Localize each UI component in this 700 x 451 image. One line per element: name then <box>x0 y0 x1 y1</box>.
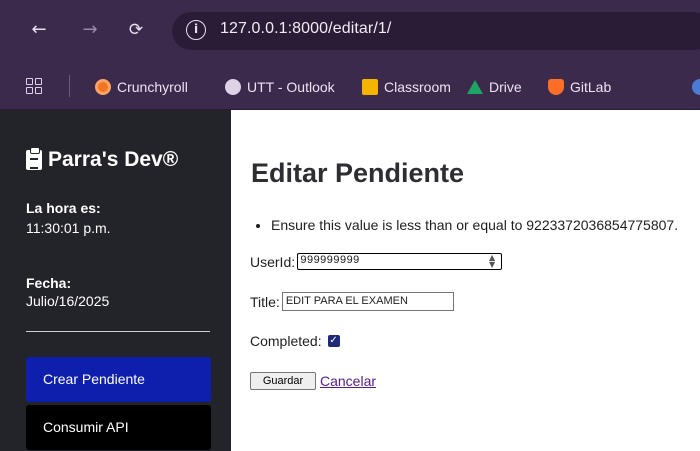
bookmark-outlook[interactable]: UTT - Outlook <box>225 76 335 98</box>
url-text[interactable]: 127.0.0.1:8000/editar/1/ <box>220 20 391 38</box>
drive-icon <box>467 80 483 94</box>
bookmark-label: Classroom <box>384 79 451 95</box>
date-value: Julio/16/2025 <box>26 293 110 309</box>
bookmark-gitlab[interactable]: GitLab <box>548 76 611 98</box>
clipboard-icon <box>26 147 42 170</box>
sidebar: Parra's Dev® La hora es: 11:30:01 p.m. F… <box>0 110 231 451</box>
classroom-icon <box>362 79 378 95</box>
gitlab-icon <box>548 79 564 95</box>
bookmark-classroom[interactable]: Classroom <box>362 76 451 98</box>
date-label: Fecha: <box>26 275 72 291</box>
actions-row: Guardar Cancelar <box>250 372 376 390</box>
userid-input[interactable]: 999999999 ▲ ▼ <box>297 253 503 270</box>
completed-checkbox[interactable]: ✓ <box>327 335 340 347</box>
brand-name: Parra's Dev® <box>48 148 179 171</box>
error-message: Ensure this value is less than or equal … <box>271 217 678 233</box>
page-title: Editar Pendiente <box>251 158 465 188</box>
crear-pendiente-button[interactable]: Crear Pendiente <box>26 357 211 402</box>
userid-row: UserId: 999999999 ▲ ▼ <box>250 253 503 270</box>
bookmark-crunchyroll[interactable]: Crunchyroll <box>95 76 188 98</box>
sidebar-divider <box>26 331 210 332</box>
globe-icon <box>225 79 241 95</box>
error-list: Ensure this value is less than or equal … <box>271 217 678 233</box>
bookmark-drive[interactable]: Drive <box>467 76 522 98</box>
cancelar-link[interactable]: Cancelar <box>320 373 376 389</box>
bookmark-label: Crunchyroll <box>117 79 188 95</box>
title-input[interactable]: EDIT PARA EL EXAMEN <box>281 292 454 311</box>
apps-grid-icon[interactable] <box>26 78 42 94</box>
bookmark-label: GitLab <box>570 79 612 95</box>
browser-address-bar: ← → ⟳ i 127.0.0.1:8000/editar/1/ <box>0 0 700 63</box>
completed-label: Completed: <box>250 333 322 349</box>
reload-icon[interactable]: ⟳ <box>124 18 148 42</box>
userid-label: UserId: <box>250 253 296 270</box>
title-row: Title: EDIT PARA EL EXAMEN <box>250 292 454 311</box>
crunchyroll-icon <box>95 79 111 95</box>
main-content: Editar Pendiente Ensure this value is le… <box>231 110 700 451</box>
guardar-button[interactable]: Guardar <box>250 372 316 390</box>
time-value: 11:30:01 p.m. <box>26 220 111 236</box>
time-label: La hora es: <box>26 200 101 216</box>
site-info-icon[interactable]: i <box>186 20 206 40</box>
bookmarks-separator <box>69 75 70 97</box>
userid-value: 999999999 <box>300 255 360 267</box>
spinner-icon[interactable]: ▲ ▼ <box>489 254 495 269</box>
bookmark-icon <box>692 79 700 95</box>
bookmark-label: UTT - Outlook <box>247 79 335 95</box>
title-label: Title: <box>250 293 280 310</box>
title-value: EDIT PARA EL EXAMEN <box>285 295 408 307</box>
back-arrow-icon[interactable]: ← <box>27 18 51 42</box>
bookmark-overflow[interactable] <box>692 76 700 98</box>
completed-row: Completed: ✓ <box>250 333 340 349</box>
consumir-api-button[interactable]: Consumir API <box>26 405 211 450</box>
forward-arrow-icon[interactable]: → <box>78 18 102 42</box>
bookmark-label: Drive <box>489 79 522 95</box>
bookmarks-bar: Crunchyroll UTT - Outlook Classroom Driv… <box>0 63 700 110</box>
brand: Parra's Dev® <box>26 147 179 172</box>
